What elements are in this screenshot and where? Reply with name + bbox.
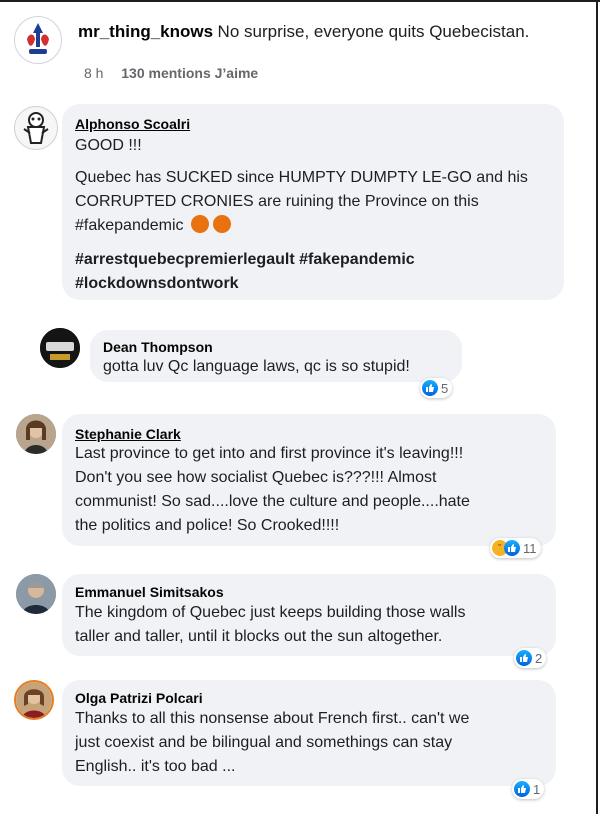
cartoon-avatar-icon	[23, 112, 49, 144]
comment-avatar[interactable]	[40, 328, 80, 368]
comment-avatar[interactable]	[14, 680, 54, 720]
reaction-count: 11	[523, 540, 537, 556]
profile-photo-icon	[16, 574, 56, 614]
post-likes[interactable]: 130 mentions J’aime	[121, 65, 258, 81]
like-icon	[516, 650, 532, 666]
comment-bubble: Olga Patrizi Polcari Thanks to all this …	[62, 680, 556, 786]
comment-author[interactable]: Stephanie Clark	[75, 426, 181, 442]
comment-hashtags[interactable]: #arrestquebecpremierlegault #fakepandemi…	[75, 248, 528, 272]
like-icon	[422, 380, 438, 396]
reaction-summary[interactable]: 1	[512, 779, 545, 799]
profile-photo-icon	[16, 682, 52, 718]
post-caption: No surprise, everyone quits Quebecistan.	[217, 22, 530, 41]
post-author-avatar[interactable]	[14, 16, 62, 64]
post-age[interactable]: 8 h	[84, 65, 103, 81]
reaction-summary[interactable]: 5	[420, 378, 453, 398]
profile-photo-icon	[16, 414, 56, 454]
comment-hashtags[interactable]: #lockdownsdontwork	[75, 272, 528, 296]
car-avatar-icon	[40, 328, 80, 368]
comment-author[interactable]: Emmanuel Simitsakos	[75, 584, 224, 600]
comment-text: Last province to get into and first prov…	[75, 445, 470, 534]
post-meta: 8 h 130 mentions J’aime	[84, 65, 258, 81]
comment-text: The kingdom of Quebec just keeps buildin…	[75, 604, 466, 645]
comment-avatar[interactable]	[14, 106, 58, 150]
angry-emoji-icon	[190, 215, 209, 233]
comment-text: gotta luv Qc language laws, qc is so stu…	[103, 358, 410, 375]
reaction-summary[interactable]: ˘ 11	[490, 538, 541, 558]
comment-author[interactable]: Alphonso Scoalri	[75, 116, 190, 132]
comment-avatar[interactable]	[16, 574, 56, 614]
reaction-count: 1	[533, 781, 541, 797]
reaction-count: 5	[441, 380, 449, 396]
angry-emoji-icon	[213, 215, 232, 233]
top-border	[0, 0, 600, 2]
comment-bubble: Dean Thompson gotta luv Qc language laws…	[90, 330, 462, 382]
like-icon	[514, 781, 530, 797]
comment-text: Thanks to all this nonsense about French…	[75, 710, 470, 775]
comment-bubble: Alphonso Scoalri GOOD !!! Quebec has SUC…	[62, 104, 564, 300]
like-icon	[504, 540, 520, 556]
comment-author[interactable]: Dean Thompson	[103, 339, 213, 355]
reaction-summary[interactable]: 2	[514, 648, 547, 668]
comment-bubble: Emmanuel Simitsakos The kingdom of Quebe…	[62, 574, 556, 656]
reaction-count: 2	[535, 650, 543, 666]
shield-logo-icon	[16, 18, 60, 62]
comment-author[interactable]: Olga Patrizi Polcari	[75, 690, 203, 706]
right-border	[596, 0, 598, 814]
comment-avatar[interactable]	[16, 414, 56, 454]
comment-bubble: Stephanie Clark Last province to get int…	[62, 414, 556, 546]
comment-text: GOOD !!! Quebec has SUCKED since HUMPTY …	[75, 134, 528, 296]
post-caption-row: mr_thing_knows No surprise, everyone qui…	[78, 22, 529, 42]
post-username[interactable]: mr_thing_knows	[78, 22, 213, 41]
